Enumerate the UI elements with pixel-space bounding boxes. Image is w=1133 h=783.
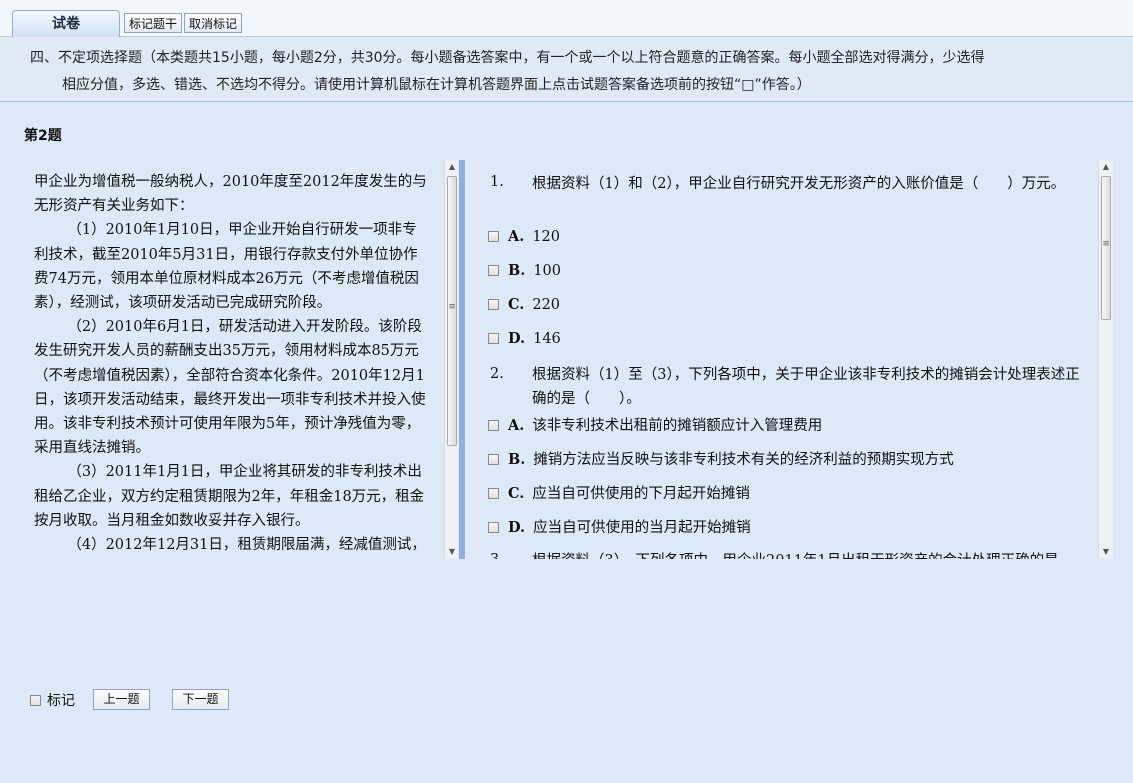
option-letter: B.	[508, 451, 526, 468]
grip-icon: ≡	[1102, 239, 1110, 249]
q1-option-c[interactable]: C. 220	[488, 296, 560, 314]
checkbox[interactable]	[488, 488, 499, 499]
scroll-down-arrow-icon[interactable]: ▼	[1099, 545, 1113, 559]
question-3-text: 根据资料（3），下列各项中，甲企业2011年1月出租无形资产的会计处理正确的是（…	[532, 549, 1082, 559]
option-text: 120	[532, 229, 560, 245]
next-question-button[interactable]: 下一题	[172, 689, 229, 710]
question-title: 第2题	[24, 128, 62, 144]
instruction-line-2: 相应分值，多选、错选、不选均不得分。请使用计算机鼠标在计算机答题界面上点击试题答…	[62, 77, 811, 93]
option-text: 220	[532, 297, 561, 313]
question-2-number: 2.	[490, 366, 504, 382]
q2-option-b[interactable]: B. 摊销方法应当反映与该非专利技术有关的经济利益的预期实现方式	[488, 451, 954, 469]
checkbox[interactable]	[488, 231, 499, 242]
material-item-4: （4）2012年12月31日，租赁期限届满，经减值测试，该非专利技术的可收回金额…	[67, 537, 426, 554]
q2-option-c[interactable]: C. 应当自可供使用的下月起开始摊销	[488, 485, 750, 503]
questions-scroll-thumb[interactable]: ≡	[1101, 176, 1111, 320]
questions-panel[interactable]: 1. 根据资料（1）和（2），甲企业自行研究开发无形资产的入账价值是（ ）万元。…	[466, 160, 1114, 559]
top-toolbar: 试卷 标记题干 取消标记	[0, 0, 1133, 37]
q1-option-a[interactable]: A. 120	[488, 228, 560, 246]
scroll-up-arrow-icon[interactable]: ▲	[1099, 160, 1113, 174]
option-letter: A.	[508, 417, 525, 434]
material-scroll-thumb[interactable]: ≡	[447, 176, 457, 446]
material-item-2: （2）2010年6月1日，研发活动进入开发阶段。该阶段发生研究开发人员的薪酬支出…	[34, 319, 426, 457]
prev-question-button[interactable]: 上一题	[93, 689, 150, 710]
q1-option-d[interactable]: D. 146	[488, 330, 561, 348]
tab-paper[interactable]: 试卷	[12, 10, 120, 37]
checkbox[interactable]	[488, 454, 499, 465]
question-1-text: 根据资料（1）和（2），甲企业自行研究开发无形资产的入账价值是（ ）万元。	[532, 176, 1066, 192]
option-text: 应当自可供使用的当月起开始摊销	[533, 520, 751, 536]
material-item-1: （1）2010年1月10日，甲企业开始自行研发一项非专利技术，截至2010年5月…	[34, 222, 419, 312]
option-letter: B.	[508, 262, 526, 279]
option-letter: C.	[508, 296, 525, 313]
mark-checkbox[interactable]	[30, 695, 41, 706]
option-text: 应当自可供使用的下月起开始摊销	[532, 486, 750, 502]
checkbox[interactable]	[488, 420, 499, 431]
option-letter: D.	[508, 330, 526, 347]
unmark-button[interactable]: 取消标记	[184, 13, 243, 33]
instruction-line-1: 四、不定项选择题（本类题共15小题，每小题2分，共30分。每小题备选答案中，有一…	[30, 50, 985, 66]
material-text: 甲企业为增值税一般纳税人，2010年度至2012年度发生的与无形资产有关业务如下…	[34, 170, 430, 559]
mark-label: 标记	[47, 693, 75, 709]
question-1-number: 1.	[490, 174, 504, 190]
option-text: 100	[533, 263, 561, 279]
q1-option-b[interactable]: B. 100	[488, 262, 561, 280]
option-text: 146	[533, 331, 561, 347]
checkbox[interactable]	[488, 299, 499, 310]
grip-icon: ≡	[448, 302, 456, 312]
option-text: 该非专利技术出租前的摊销额应计入管理费用	[532, 418, 823, 434]
question-3-number: 3.	[490, 552, 504, 559]
q2-option-a[interactable]: A. 该非专利技术出租前的摊销额应计入管理费用	[488, 417, 822, 435]
scroll-up-arrow-icon[interactable]: ▲	[445, 160, 458, 174]
mark-stem-button[interactable]: 标记题干	[124, 13, 183, 33]
option-text: 摊销方法应当反映与该非专利技术有关的经济利益的预期实现方式	[533, 452, 954, 468]
questions-scrollbar[interactable]: ▲ ≡ ▼	[1098, 160, 1113, 559]
material-intro: 甲企业为增值税一般纳税人，2010年度至2012年度发生的与无形资产有关业务如下…	[34, 174, 427, 215]
checkbox[interactable]	[488, 522, 499, 533]
question-2-text: 根据资料（1）至（3），下列各项中，关于甲企业该非专利技术的摊销会计处理表述正确…	[532, 367, 1080, 407]
checkbox[interactable]	[488, 265, 499, 276]
checkbox[interactable]	[488, 333, 499, 344]
section-instruction: 四、不定项选择题（本类题共15小题，每小题2分，共30分。每小题备选答案中，有一…	[30, 45, 1120, 99]
scroll-down-arrow-icon[interactable]: ▼	[445, 545, 458, 559]
mark-checkbox-area[interactable]: 标记	[30, 690, 75, 710]
material-scrollbar[interactable]: ▲ ≡ ▼	[444, 160, 458, 559]
option-letter: A.	[508, 228, 525, 245]
material-panel[interactable]: 甲企业为增值税一般纳税人，2010年度至2012年度发生的与无形资产有关业务如下…	[24, 160, 458, 559]
option-letter: D.	[508, 519, 526, 536]
q2-option-d[interactable]: D. 应当自可供使用的当月起开始摊销	[488, 519, 751, 537]
option-letter: C.	[508, 485, 525, 502]
material-item-3: （3）2011年1月1日，甲企业将其研发的非专利技术出租给乙企业，双方约定租赁期…	[34, 464, 425, 529]
panel-splitter[interactable]	[459, 160, 465, 559]
instruction-band: 四、不定项选择题（本类题共15小题，每小题2分，共30分。每小题备选答案中，有一…	[0, 37, 1133, 102]
